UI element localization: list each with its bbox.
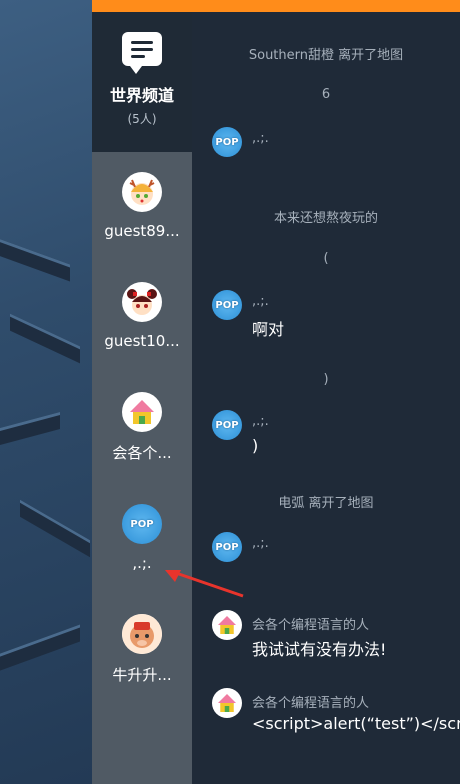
message-sender: ,.;. (252, 414, 269, 429)
bull-avatar (122, 614, 162, 654)
pop-avatar[interactable]: POP (212, 127, 242, 157)
channel-title: 世界频道 (109, 86, 174, 105)
pop-avatar: POP (122, 504, 162, 544)
girl-antlers-avatar (122, 172, 162, 212)
message-sender: 会各个编程语言的人 (252, 618, 370, 633)
house-avatar (122, 392, 162, 432)
pop-avatar-text: POP (215, 419, 239, 431)
system-message: 本来还想熬夜玩的 (273, 211, 378, 226)
user-name: guest89... (104, 222, 180, 240)
user-item[interactable]: guest10... (92, 282, 192, 382)
user-name: 会各个... (112, 444, 172, 462)
world-channel[interactable]: 世界频道 (5人) (92, 12, 192, 152)
annotation-arrow (165, 570, 244, 598)
system-message: ) (323, 372, 329, 387)
message-text: ) (252, 436, 259, 455)
system-message: 电弧 离开了地图 (278, 496, 374, 511)
user-list: guest89... guest10... 会各个... POP ,.;. 牛升… (92, 152, 192, 784)
pop-avatar-text: POP (130, 518, 154, 530)
user-name: guest10... (104, 332, 180, 350)
message-sender: ,.;. (252, 131, 269, 146)
pop-avatar-text: POP (215, 136, 239, 148)
pop-avatar[interactable]: POP (212, 410, 242, 440)
message-text: 我试试有没有办法! (252, 640, 387, 659)
sidebar: 世界频道 (5人) guest89... guest10... 会各个... P… (92, 12, 192, 784)
house-avatar[interactable] (212, 610, 242, 640)
system-message: Southern甜橙 离开了地图 (248, 48, 404, 63)
chat-bubble-icon (122, 32, 162, 74)
girl-bun-avatar (122, 282, 162, 322)
message-sender: ,.;. (252, 294, 269, 309)
pop-avatar-text: POP (215, 541, 239, 553)
message-list[interactable]: Southern甜橙 离开了地图 6 POP ,.;. 本来还想熬夜玩的 ( P… (192, 12, 460, 784)
user-item[interactable]: 牛升升... (92, 614, 192, 714)
message-sender: 会各个编程语言的人 (252, 696, 370, 711)
message-sender: ,.;. (252, 536, 269, 551)
message-text: <script>alert(“test”)</scr (252, 714, 460, 733)
system-message: 6 (321, 87, 331, 102)
house-avatar[interactable] (212, 688, 242, 718)
system-message: ( (323, 251, 329, 266)
game-background (0, 0, 92, 784)
pop-avatar-text: POP (215, 299, 239, 311)
channel-count: (5人) (127, 112, 157, 126)
user-item[interactable]: guest89... (92, 172, 192, 272)
pop-avatar[interactable]: POP (212, 532, 242, 562)
top-accent-bar (92, 0, 460, 12)
message-text: 啊对 (252, 320, 285, 339)
user-item[interactable]: 会各个... (92, 392, 192, 492)
user-name: 牛升升... (112, 666, 172, 684)
pop-avatar[interactable]: POP (212, 290, 242, 320)
